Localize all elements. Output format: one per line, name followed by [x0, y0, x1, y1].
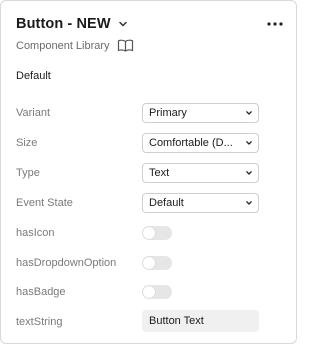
- component-title[interactable]: Button - NEW: [16, 16, 111, 32]
- type-select[interactable]: Text: [142, 163, 259, 183]
- section-title: Default: [16, 70, 51, 82]
- properties-panel: Button - NEW Component Library Default V…: [0, 0, 297, 344]
- has-badge-toggle[interactable]: [142, 285, 172, 299]
- event-state-value: Default: [149, 197, 184, 209]
- event-state-select[interactable]: Default: [142, 193, 259, 213]
- chevron-down-icon[interactable]: [118, 19, 128, 29]
- type-label: Type: [16, 167, 40, 179]
- open-book-icon[interactable]: [117, 39, 134, 52]
- has-dropdown-option-toggle[interactable]: [142, 256, 172, 270]
- more-options-button[interactable]: [265, 14, 285, 34]
- toggle-knob: [143, 257, 155, 269]
- size-label: Size: [16, 137, 38, 149]
- type-value: Text: [149, 167, 170, 179]
- variant-select[interactable]: Primary: [142, 103, 259, 123]
- text-string-input[interactable]: Button Text: [142, 310, 259, 332]
- toggle-knob: [143, 227, 155, 239]
- has-icon-toggle[interactable]: [142, 226, 172, 240]
- has-icon-label: hasIcon: [16, 227, 55, 239]
- has-dropdown-option-label: hasDropdownOption: [16, 257, 117, 269]
- text-string-label: textString: [16, 316, 63, 328]
- panel-header: Button - NEW: [16, 16, 128, 32]
- chevron-down-icon: [245, 169, 253, 177]
- event-state-label: Event State: [16, 197, 73, 209]
- variant-value: Primary: [149, 107, 187, 119]
- size-value: Comfortable (D...: [149, 137, 233, 149]
- variant-label: Variant: [16, 107, 51, 119]
- toggle-knob: [143, 286, 155, 298]
- size-select[interactable]: Comfortable (D...: [142, 133, 259, 153]
- library-row: Component Library: [16, 39, 134, 52]
- has-badge-label: hasBadge: [16, 286, 66, 298]
- chevron-down-icon: [245, 109, 253, 117]
- more-horizontal-icon: [267, 22, 283, 26]
- component-library-label: Component Library: [16, 39, 110, 52]
- chevron-down-icon: [245, 199, 253, 207]
- chevron-down-icon: [245, 139, 253, 147]
